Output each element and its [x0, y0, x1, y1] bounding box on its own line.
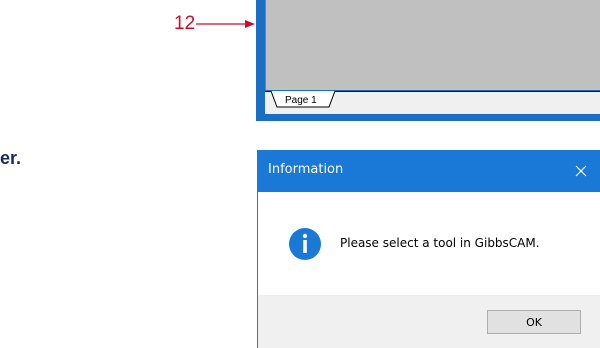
- dialog-titlebar[interactable]: Information: [258, 150, 600, 192]
- close-icon: [575, 165, 587, 177]
- page-tab-1[interactable]: Page 1: [285, 95, 317, 106]
- app-window-fragment: Page 1: [256, 0, 600, 121]
- ok-button[interactable]: OK: [487, 310, 581, 334]
- drawing-canvas[interactable]: [265, 0, 600, 90]
- callout-number: 12: [174, 13, 196, 34]
- page-tab-strip: Page 1: [265, 91, 600, 114]
- dialog-footer: OK: [258, 295, 600, 348]
- dialog-message: Please select a tool in GibbsCAM.: [340, 236, 540, 250]
- callout-arrow-icon: [196, 20, 255, 28]
- close-button[interactable]: [561, 150, 600, 192]
- information-dialog: Information Please select a tool in Gibb…: [257, 150, 600, 348]
- dialog-title: Information: [268, 162, 344, 177]
- partial-instruction-text: er.: [0, 148, 22, 168]
- info-icon: [289, 228, 321, 260]
- dialog-body: Please select a tool in GibbsCAM.: [258, 192, 600, 295]
